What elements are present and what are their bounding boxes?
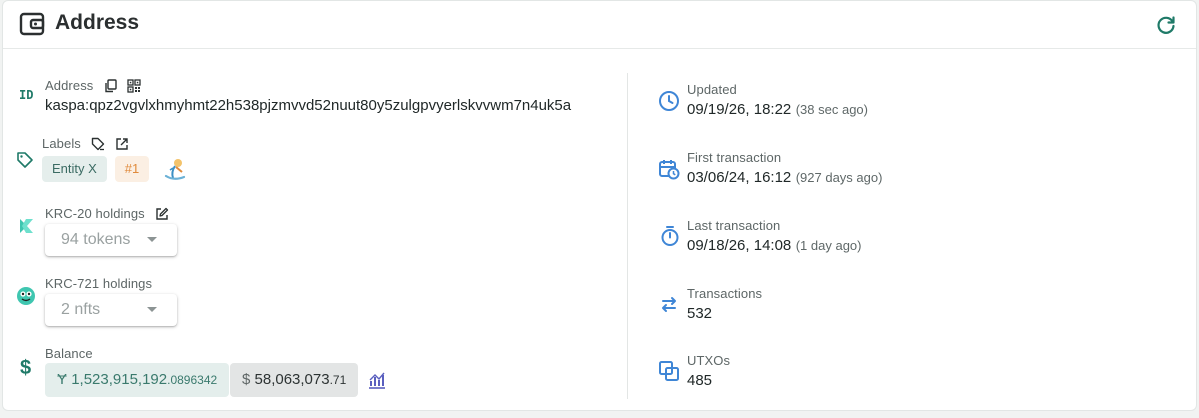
updated-block: Updated 09/19/26, 18:22 (38 sec ago)	[687, 82, 868, 119]
last-tx-ago: (1 day ago)	[795, 238, 862, 253]
balance-label: Balance	[45, 346, 93, 361]
last-tx-block: Last transaction 09/18/26, 14:08 (1 day …	[687, 218, 861, 255]
updated-label: Updated	[687, 82, 737, 97]
tag-icon	[17, 152, 33, 168]
balance-kas-chip[interactable]: Ɏ 1,523,915,192.0896342	[45, 363, 230, 397]
address-value[interactable]: kaspa:qpz2vgvlxhmyhmt22h538pjzmvvd52nuut…	[45, 97, 571, 114]
krc20-select-value: 94 tokens	[61, 231, 131, 248]
label-chips: Entity X #1	[42, 156, 188, 182]
first-tx-ago: (927 days ago)	[795, 170, 883, 185]
stopwatch-icon	[661, 226, 679, 246]
open-external-icon[interactable]	[115, 137, 129, 151]
wallet-icon	[19, 12, 45, 36]
transactions-label: Transactions	[687, 286, 763, 301]
edit-icon[interactable]	[155, 207, 169, 221]
krc20-label-row: KRC-20 holdings	[45, 205, 169, 223]
utxos-block: UTXOs 485	[687, 353, 730, 389]
balance-usd-chip[interactable]: $ 58,063,073.71	[230, 363, 359, 397]
clock-icon	[659, 91, 679, 111]
address-label: Address	[45, 78, 94, 93]
krc20-label: KRC-20 holdings	[45, 206, 145, 221]
labels-label-row: Labels	[42, 135, 129, 153]
kas-decimals: .0896342	[167, 373, 218, 387]
krc721-icon	[17, 287, 35, 305]
swap-arrows-icon	[662, 297, 676, 312]
first-tx-label: First transaction	[687, 150, 782, 165]
chevron-down-icon	[147, 307, 157, 312]
card-header: Address	[3, 1, 1196, 49]
first-tx-value: 03/06/24, 16:12	[687, 169, 792, 186]
kas-symbol: Ɏ	[57, 371, 68, 388]
krc721-label: KRC-721 holdings	[45, 276, 153, 291]
usd-decimals: .71	[329, 373, 347, 387]
labels-label: Labels	[42, 136, 81, 151]
utxos-value: 485	[687, 372, 713, 389]
updated-ago: (38 sec ago)	[795, 102, 868, 117]
balance-label-row: Balance	[45, 345, 93, 363]
updated-value: 09/19/26, 18:22	[687, 101, 792, 118]
krc20-select[interactable]: 94 tokens	[45, 224, 177, 256]
refresh-icon[interactable]	[1154, 13, 1178, 37]
mascot-icon	[164, 159, 185, 180]
id-icon: ID	[19, 88, 34, 102]
chart-icon[interactable]	[367, 370, 387, 390]
first-tx-block: First transaction 03/06/24, 16:12 (927 d…	[687, 150, 882, 187]
column-divider	[627, 73, 628, 399]
last-tx-label: Last transaction	[687, 218, 781, 233]
label-chip-rank[interactable]: #1	[114, 156, 150, 182]
transactions-value: 532	[687, 305, 713, 322]
krc20-icon	[20, 219, 33, 233]
kas-amount: 1,523,915,192	[71, 371, 168, 388]
page-title: Address	[55, 11, 140, 34]
copy-icon[interactable]	[104, 79, 118, 93]
chevron-down-icon	[147, 237, 157, 242]
krc721-select-value: 2 nfts	[61, 301, 101, 318]
utxos-label: UTXOs	[687, 353, 731, 368]
calendar-clock-icon	[659, 160, 680, 180]
utxo-squares-icon	[659, 361, 679, 381]
dollar-icon: $	[20, 357, 32, 379]
transactions-block: Transactions 532	[687, 286, 762, 322]
label-edit-icon[interactable]	[91, 137, 105, 151]
qr-code-icon[interactable]	[127, 79, 141, 93]
usd-amount: 58,063,073	[254, 371, 330, 388]
krc721-label-row: KRC-721 holdings	[45, 275, 152, 293]
last-tx-value: 09/18/26, 14:08	[687, 237, 792, 254]
usd-symbol: $	[242, 371, 251, 388]
krc721-select[interactable]: 2 nfts	[45, 294, 177, 326]
address-card: Address ID Address kaspa:qpz2vgvlxhmyhmt…	[2, 0, 1197, 411]
label-chip-entity[interactable]: Entity X	[42, 156, 107, 182]
address-label-row: Address	[45, 77, 141, 95]
